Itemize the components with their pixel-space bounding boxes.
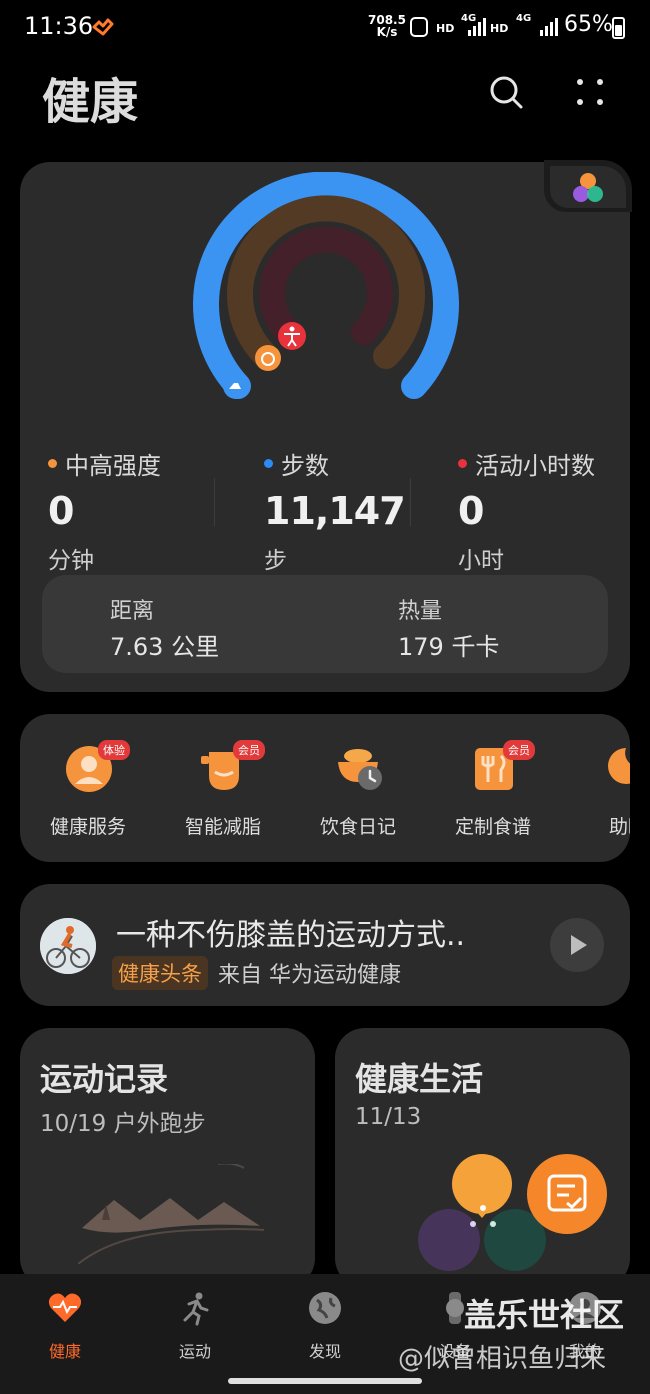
health-headline-card[interactable]: 一种不伤膝盖的运动方式.. 健康头条 来自 华为运动健康: [20, 884, 630, 1006]
notification-icon: [410, 17, 428, 37]
mountain-illustration: [78, 1164, 265, 1264]
distance-value: 7.63 公里: [110, 633, 220, 661]
article-title[interactable]: 一种不伤膝盖的运动方式..: [116, 910, 465, 954]
running-icon: [183, 1292, 209, 1326]
more-options-icon[interactable]: [570, 72, 610, 112]
tab-label: 运动: [178, 1342, 211, 1361]
heart-pulse-icon: [48, 1293, 82, 1322]
network-type-2: 4G: [516, 13, 532, 24]
exercise-record-title: 运动记录: [40, 1060, 169, 1098]
calories-value: 179 千卡: [398, 633, 500, 661]
hours-unit: 小时: [458, 548, 504, 574]
hours-label: 活动小时数: [475, 452, 595, 480]
battery-percent: 65%: [564, 12, 613, 37]
play-button[interactable]: [550, 918, 604, 972]
hd-label-1: HD: [436, 22, 455, 35]
tab-label: 发现: [308, 1342, 341, 1361]
health-app-notification-icon: [92, 18, 114, 36]
intensity-label: 中高强度: [65, 452, 161, 480]
steps-value: 11,147: [264, 489, 406, 533]
status-bar: 11:36 708.5 K/s HD 4G HD 4G 65%: [0, 0, 650, 58]
service-badge: 会员: [233, 740, 265, 760]
activity-rings: [193, 172, 459, 399]
service-label: 饮食日记: [319, 816, 396, 838]
cyclist-icon: [40, 918, 96, 974]
divider: [214, 478, 215, 526]
tab-discover[interactable]: 发现: [260, 1274, 390, 1374]
article-source: 来自 华为运动健康: [218, 963, 401, 988]
play-icon: [571, 935, 587, 955]
hours-ring: [259, 226, 393, 345]
distance-label: 距离: [110, 599, 155, 624]
search-icon[interactable]: [486, 72, 526, 112]
healthy-life-title: 健康生活: [355, 1060, 484, 1098]
service-label: 健康服务: [49, 816, 126, 838]
intensity-marker: [255, 345, 281, 371]
stat-intensity[interactable]: 中高强度 0 分钟: [48, 446, 161, 575]
intensity-dot: [48, 459, 57, 468]
distance-calories-panel[interactable]: 距离 7.63 公里 热量 179 千卡: [42, 575, 608, 673]
battery-icon: [612, 17, 625, 39]
exercise-record-card[interactable]: 运动记录 10/19 户外跑步: [20, 1028, 315, 1288]
rings-style-button[interactable]: [544, 160, 632, 212]
tab-exercise[interactable]: 运动: [130, 1274, 260, 1374]
service-sleep-aid[interactable]: 助眠: [568, 714, 630, 862]
hours-value: 0: [458, 489, 484, 533]
add-record-button[interactable]: [527, 1154, 607, 1234]
calories-label: 热量: [398, 599, 443, 624]
service-badge: 体验: [98, 740, 130, 760]
network-speed-unit: K/s: [376, 25, 398, 39]
service-diet-diary[interactable]: 饮食日记: [298, 714, 418, 862]
service-label: 智能减脂: [184, 816, 261, 838]
intensity-unit: 分钟: [48, 548, 94, 574]
service-badge: 会员: [503, 740, 535, 760]
service-recipe[interactable]: 会员 定制食谱: [433, 714, 553, 862]
globe-icon: [309, 1292, 341, 1324]
checklist-icon: [547, 1174, 587, 1212]
article-thumbnail: [40, 918, 96, 974]
service-health[interactable]: 体验 健康服务: [28, 714, 148, 862]
service-label: 助眠: [608, 816, 630, 838]
watermark-author: @似曾相识鱼归来: [398, 1344, 607, 1374]
steps-dot: [264, 459, 273, 468]
service-fat-loss[interactable]: 会员 智能减脂: [163, 714, 283, 862]
article-tag: 健康头条: [112, 956, 208, 990]
diet-diary-icon: [338, 749, 382, 790]
healthy-life-subtitle: 11/13: [355, 1104, 422, 1130]
hours-dot: [458, 459, 467, 468]
stat-activity-hours[interactable]: 活动小时数 0 小时: [458, 446, 595, 575]
tab-health[interactable]: 健康: [0, 1274, 130, 1374]
hd-label-2: HD: [490, 22, 509, 35]
page-title: 健康: [42, 74, 139, 130]
watermark-community: 盖乐世社区: [464, 1296, 625, 1334]
intensity-value: 0: [48, 489, 74, 533]
status-time: 11:36: [24, 12, 94, 40]
signal-icon-1: [468, 18, 486, 36]
steps-label: 步数: [281, 452, 329, 480]
home-indicator[interactable]: [228, 1378, 422, 1384]
services-row: 体验 健康服务 会员 智能减脂 饮食日记 会员 定制食谱 助: [20, 714, 630, 862]
sleep-aid-icon: [608, 748, 630, 784]
rings-style-icon: [573, 173, 603, 202]
tab-label: 健康: [48, 1342, 81, 1361]
steps-unit: 步: [264, 548, 287, 574]
service-label: 定制食谱: [454, 816, 531, 838]
exercise-record-subtitle: 10/19 户外跑步: [40, 1111, 206, 1137]
stat-steps[interactable]: 步数 11,147 步: [264, 446, 406, 575]
divider: [410, 478, 411, 526]
network-speed: 708.5 K/s: [368, 14, 406, 38]
healthy-life-card[interactable]: 健康生活 11/13: [335, 1028, 630, 1288]
signal-icon-2: [540, 18, 558, 36]
